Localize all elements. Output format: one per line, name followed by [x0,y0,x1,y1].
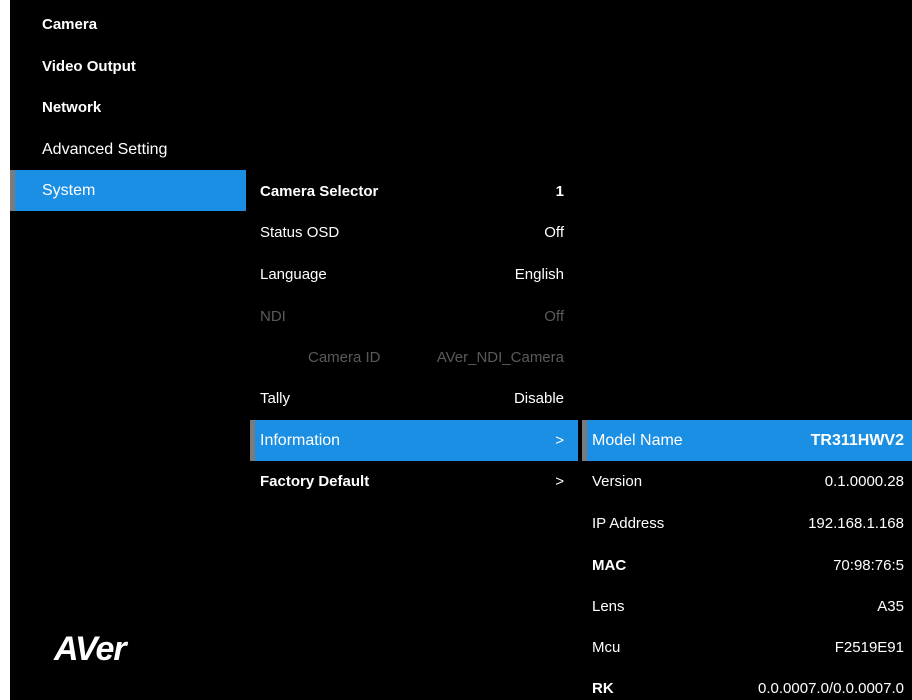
info-item-value: TR311HWV2 [810,431,904,449]
info-item-model-name[interactable]: Model Name TR311HWV2 [582,420,912,461]
system-item-language[interactable]: Language English [250,254,578,295]
system-item-tally[interactable]: Tally Disable [250,378,578,419]
info-item-value: F2519E91 [834,639,904,656]
system-item-label: NDI [260,308,286,325]
system-item-value: Disable [513,390,564,407]
info-item-value: 0.1.0000.28 [824,473,904,490]
system-item-label: Camera Selector [260,183,379,200]
info-item-rk: RK 0.0.0007.0/0.0.0007.0 [582,668,912,700]
system-item-value: AVer_NDI_Camera [436,349,564,366]
info-item-label: IP Address [592,515,665,532]
system-item-label: Language [260,266,327,283]
info-item-lens: Lens A35 [582,586,912,627]
main-menu-item-label: Camera [42,16,98,33]
system-item-label: Camera ID [308,349,381,366]
osd-screen: Camera Video Output Network Advanced Set… [10,0,912,700]
aver-logo: AVer [53,630,129,668]
main-menu-item-video-output[interactable]: Video Output [10,46,246,87]
info-item-value: 192.168.1.168 [808,515,904,532]
system-item-label: Factory Default [260,473,370,490]
chevron-right-icon: > [555,473,564,490]
info-item-value: 0.0.0007.0/0.0.0007.0 [758,680,904,697]
system-item-ndi: NDI Off [250,296,578,337]
info-item-value: A35 [877,598,904,615]
info-item-mac: MAC 70:98:76:5 [582,545,912,586]
info-item-label: Mcu [592,639,621,656]
info-item-mcu: Mcu F2519E91 [582,627,912,668]
system-item-camera-selector[interactable]: Camera Selector 1 [250,171,578,212]
system-item-factory-default[interactable]: Factory Default > [250,461,578,502]
info-item-label: MAC [592,557,627,574]
system-item-label: Information [260,431,341,449]
info-item-label: RK [592,680,614,697]
aver-logo-text: AVer [53,630,128,668]
info-item-label: Model Name [592,431,683,449]
system-item-label: Tally [260,390,291,407]
system-item-value: 1 [555,183,564,200]
main-menu-item-label: Video Output [42,58,136,75]
main-menu-item-label: Advanced Setting [42,140,168,158]
info-item-label: Lens [592,598,625,615]
system-item-status-osd[interactable]: Status OSD Off [250,212,578,253]
main-menu-item-camera[interactable]: Camera [10,4,246,45]
main-menu-item-label: Network [42,99,102,116]
main-menu-item-label: System [42,181,96,199]
system-item-value: Off [544,308,564,325]
system-item-value: Off [544,224,564,241]
system-item-label: Status OSD [260,224,340,241]
info-item-ip-address: IP Address 192.168.1.168 [582,503,912,544]
info-item-version: Version 0.1.0000.28 [582,461,912,502]
chevron-right-icon: > [555,432,564,449]
system-item-camera-id: Camera ID AVer_NDI_Camera [250,337,578,378]
info-item-label: Version [592,473,643,490]
system-item-information[interactable]: Information > [250,420,578,461]
info-item-value: 70:98:76:5 [833,557,904,574]
main-menu-item-advanced-setting[interactable]: Advanced Setting [10,129,246,170]
main-menu-item-system[interactable]: System [10,170,246,211]
main-menu-item-network[interactable]: Network [10,87,246,128]
system-item-value: English [514,266,564,283]
